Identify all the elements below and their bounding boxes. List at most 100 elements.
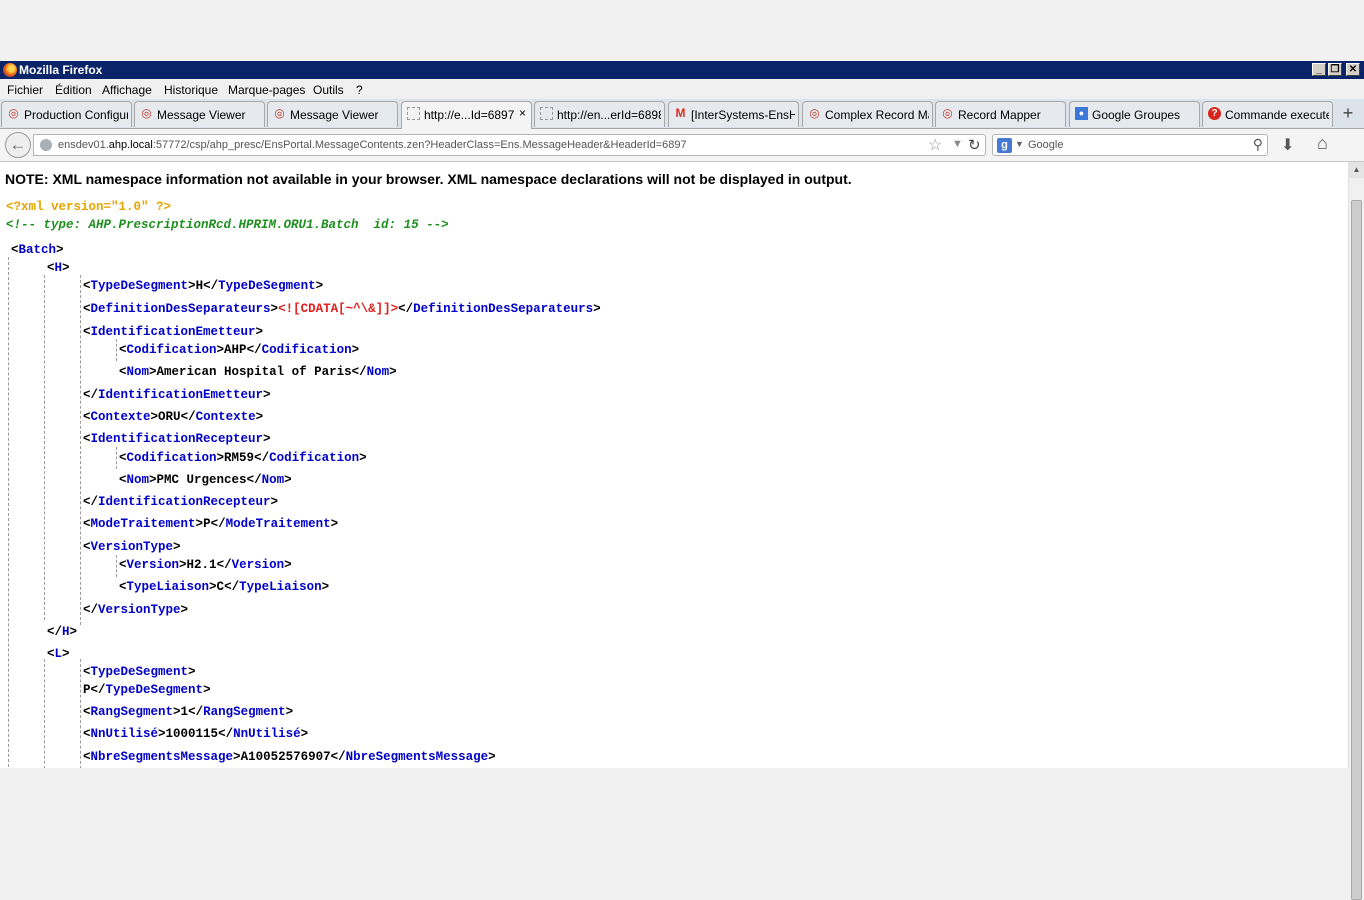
minimize-button[interactable]: _ [1312,63,1326,76]
restore-button[interactable]: ❐ [1328,63,1342,76]
xml-open-tag: TypeDeSegment [90,665,189,679]
xml-close-tag: NnUtilisé [233,727,301,741]
xml-close-tag: H [62,625,70,639]
xml-bracket: </ [254,451,270,465]
tab-record-mapper[interactable]: ◎ Record Mapper [935,101,1066,127]
xml-bracket: </ [47,625,63,639]
xml-line: </IdentificationRecepteur> [83,495,278,509]
xml-close-tag: TypeDeSegment [105,683,204,697]
xml-line: <Nom>PMC Urgences</Nom> [119,473,292,487]
menu-edition[interactable]: Édition [55,83,92,97]
xml-bracket: > [173,705,181,719]
xml-bracket: </ [351,365,367,379]
xml-bracket: < [47,261,55,275]
xml-open-tag: NbreSegmentsMessage [90,750,234,764]
menu-help[interactable]: ? [356,83,363,97]
xml-line: <VersionType> [83,540,181,554]
app-icon: ◎ [8,106,19,120]
xml-bracket: > [284,558,292,572]
xml-bracket: > [263,432,271,446]
xml-line: <TypeDeSegment>H</TypeDeSegment> [83,279,323,293]
xml-text: PMC Urgences [156,473,247,487]
xml-bracket: > [209,580,217,594]
google-engine-icon[interactable]: g [997,138,1012,153]
xml-open-tag: Codification [126,451,217,465]
xml-bracket: > [150,410,159,424]
xml-cdata: <![CDATA[~^\&]]> [278,302,399,316]
scroll-up-icon[interactable]: ▲ [1349,162,1364,178]
tab-gmail-intersystems[interactable]: M [InterSystems-EnsH... [668,101,799,127]
indent-guide [116,555,117,577]
menu-affichage[interactable]: Affichage [102,83,152,97]
xml-text: RM59 [224,451,255,465]
tab-message-viewer-2[interactable]: ◎ Message Viewer [267,101,398,127]
reload-icon[interactable]: ↻ [968,136,981,154]
xml-bracket: < [119,365,127,379]
search-input[interactable]: Google [1028,139,1063,151]
tab-message-contents-6898[interactable]: http://en...erId=6898 [534,101,665,127]
window-titlebar: Mozilla Firefox _ ❐ ✕ [0,61,1364,79]
app-icon: ◎ [274,106,285,120]
xml-text: A10052576907 [240,750,331,764]
xml-bracket: </ [246,343,262,357]
menu-outils[interactable]: Outils [313,83,344,97]
xml-text: C [216,580,225,594]
xml-bracket: > [321,580,330,594]
new-tab-button[interactable]: + [1336,104,1360,124]
back-button[interactable]: ← [5,132,31,158]
home-icon[interactable]: ⌂ [1317,133,1328,154]
xml-bracket: </ [398,302,414,316]
xml-line: <TypeLiaison>C</TypeLiaison> [119,580,329,594]
xml-text: 1000115 [165,727,219,741]
tab-google-groupes[interactable]: ● Google Groupes [1069,101,1200,127]
url-text[interactable]: ensdev01.ahp.local:57772/csp/ahp_presc/E… [58,139,687,151]
tab-active-message-contents[interactable]: http://e...Id=6897 × [401,101,532,129]
xml-open-tag: IdentificationEmetteur [90,325,256,339]
xml-bracket: > [593,302,601,316]
xml-line: <DefinitionDesSeparateurs><![CDATA[~^\&]… [83,302,601,316]
bookmark-star-icon[interactable]: ☆ [928,135,942,155]
menu-historique[interactable]: Historique [164,83,218,97]
url-dropdown-icon[interactable]: ▼ [952,138,963,150]
tab-production-configuration[interactable]: ◎ Production Configur... [1,101,132,127]
tab-label: [InterSystems-EnsH... [691,108,795,122]
xml-open-tag: L [54,647,63,661]
xml-bracket: </ [218,727,234,741]
close-window-button[interactable]: ✕ [1346,63,1360,76]
xml-bracket: > [255,410,264,424]
tab-complex-record-mapper[interactable]: ◎ Complex Record Ma... [802,101,933,127]
tab-label: Record Mapper [958,108,1041,122]
tab-message-viewer-1[interactable]: ◎ Message Viewer [134,101,265,127]
xml-close-tag: IdentificationRecepteur [98,495,271,509]
xml-line: <Codification>RM59</Codification> [119,451,367,465]
xml-line: <IdentificationRecepteur> [83,432,271,446]
xml-bracket: > [315,279,324,293]
xml-open-tag: Nom [126,473,150,487]
xml-line: <L> [47,647,70,661]
xml-bracket: </ [83,603,99,617]
xml-text: P [83,683,91,697]
tab-label: http://e...Id=6897 [424,108,515,122]
xml-line: </IdentificationEmetteur> [83,388,271,402]
xml-line: </VersionType> [83,603,188,617]
engine-dropdown-icon[interactable]: ▼ [1015,139,1024,149]
scroll-thumb[interactable] [1351,200,1362,900]
indent-guide [80,659,81,768]
tab-commande-execute[interactable]: ? Commande execute... [1202,101,1333,127]
url-bar[interactable]: ensdev01.ahp.local:57772/csp/ahp_presc/E… [33,134,986,156]
download-icon[interactable]: ⬇ [1281,135,1294,155]
search-icon[interactable]: ⚲ [1253,136,1263,153]
xml-bracket: > [285,705,294,719]
xml-bracket: > [300,727,309,741]
xml-bracket: > [330,517,339,531]
menu-marque-pages[interactable]: Marque-pages [228,83,305,97]
vertical-scrollbar[interactable]: ▲ [1348,162,1364,900]
menu-fichier[interactable]: Fichier [7,83,43,97]
xml-bracket: < [83,705,91,719]
search-bar[interactable]: g ▼ Google ⚲ [992,134,1268,156]
indent-guide [44,659,45,768]
xml-open-tag: Nom [126,365,150,379]
xml-bracket: </ [83,388,99,402]
app-icon: ◎ [809,106,820,120]
close-tab-icon[interactable]: × [519,106,526,120]
